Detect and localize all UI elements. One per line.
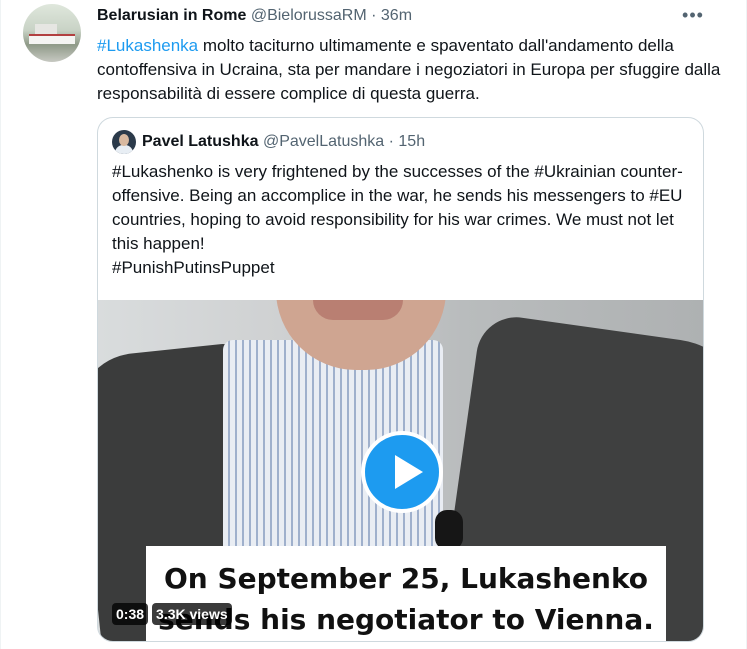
tweet[interactable]: Belarusian in Rome @BielorussaRM · 36m •…: [0, 0, 747, 649]
quoted-tweet[interactable]: Pavel Latushka @PavelLatushka · 15h #Luk…: [97, 117, 704, 642]
video-duration: 0:38: [112, 603, 149, 625]
quoted-author-avatar[interactable]: [112, 130, 136, 154]
quoted-author-name[interactable]: Pavel Latushka: [142, 133, 259, 150]
play-button[interactable]: [361, 431, 443, 513]
quoted-tweet-text: #Lukashenko is very frightened by the su…: [112, 160, 692, 280]
video-player[interactable]: On September 25, Lukashenko sends his ne…: [98, 300, 703, 641]
lapel-mic: [435, 510, 463, 550]
avatar-photo-flag: [29, 34, 75, 44]
quoted-avatar-shirt: [115, 145, 133, 154]
header-separator: ·: [371, 7, 377, 24]
quoted-tweet-header: Pavel Latushka @PavelLatushka · 15h: [142, 132, 425, 152]
quoted-header-separator: ·: [388, 133, 394, 150]
video-mouth: [313, 300, 403, 320]
author-handle[interactable]: @BielorussaRM: [251, 7, 367, 24]
video-view-count: 3.3K views: [152, 603, 232, 625]
quoted-text-hashtag: #PunishPutinsPuppet: [112, 258, 275, 277]
tweet-timestamp[interactable]: 36m: [381, 7, 412, 24]
hashtag-link[interactable]: #Lukashenka: [97, 36, 198, 55]
quoted-timestamp[interactable]: 15h: [398, 133, 425, 150]
video-caption-line-1: On September 25, Lukashenko: [163, 562, 649, 595]
play-icon: [395, 455, 423, 489]
author-name[interactable]: Belarusian in Rome: [97, 7, 246, 24]
more-options-icon[interactable]: •••: [681, 4, 705, 28]
tweet-header: Belarusian in Rome @BielorussaRM · 36m: [97, 6, 412, 26]
tweet-text: #Lukashenka molto taciturno ultimamente …: [97, 34, 727, 106]
video-badges: 0:38 3.3K views: [112, 603, 232, 625]
author-avatar[interactable]: [23, 4, 81, 62]
quoted-text-body: #Lukashenko is very frightened by the su…: [112, 162, 683, 253]
quoted-avatar-face: [119, 134, 129, 146]
quoted-author-handle[interactable]: @PavelLatushka: [263, 133, 384, 150]
